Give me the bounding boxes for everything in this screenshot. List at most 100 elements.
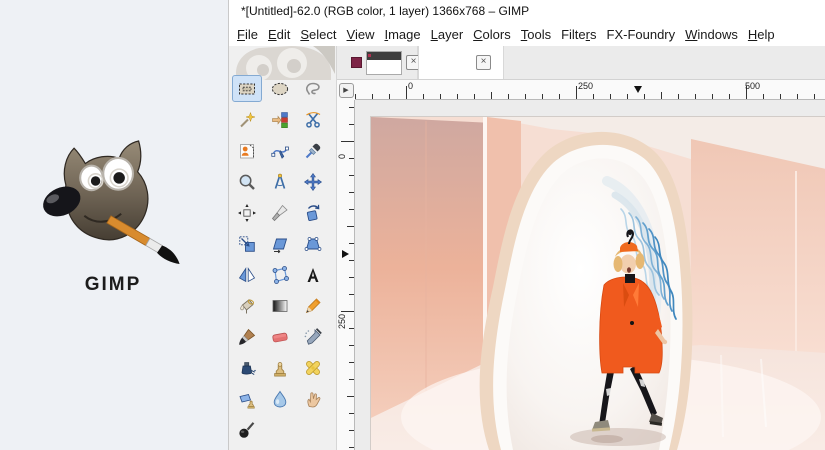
tool-alignment[interactable]	[232, 199, 262, 226]
menu-tools[interactable]: Tools	[516, 25, 556, 44]
close-tab-icon[interactable]: ×	[476, 55, 491, 70]
tool-move[interactable]	[298, 168, 328, 195]
shear-icon	[272, 238, 288, 253]
tool-rectangle-select[interactable]	[232, 75, 262, 102]
menu-image[interactable]: Image	[379, 25, 425, 44]
ruler-tick	[763, 94, 764, 99]
gimp-desktop-icon[interactable]: GIMP	[28, 140, 198, 296]
gimp-window: *[Untitled]-62.0 (RGB color, 1 layer) 13…	[228, 0, 825, 450]
tool-select-by-color[interactable]	[265, 106, 295, 133]
ruler-tick	[440, 94, 441, 99]
dodge-burn-icon	[239, 421, 255, 438]
ruler-tick	[797, 94, 798, 99]
airbrush-icon	[304, 327, 322, 345]
window-titlebar[interactable]: *[Untitled]-62.0 (RGB color, 1 layer) 13…	[229, 0, 825, 22]
ruler-tick	[349, 260, 354, 261]
tool-gradient[interactable]	[265, 292, 295, 319]
ruler-tick	[349, 362, 354, 363]
rotate-icon	[306, 204, 320, 221]
ruler-tick	[349, 345, 354, 346]
tool-ink[interactable]	[232, 354, 262, 381]
tool-zoom[interactable]	[232, 168, 262, 195]
tool-bucket-fill[interactable]	[232, 292, 262, 319]
tool-paintbrush[interactable]	[232, 323, 262, 350]
ruler-label: 250	[578, 81, 594, 91]
ruler-tick	[349, 192, 354, 193]
tool-foreground-select[interactable]	[232, 137, 262, 164]
tool-perspective[interactable]	[298, 230, 328, 257]
toolbox-panel	[229, 46, 337, 450]
horizontal-ruler[interactable]: 0 250 500	[355, 80, 825, 100]
perspective-icon	[304, 236, 322, 251]
menu-select[interactable]: Select	[295, 25, 341, 44]
tool-perspective-clone[interactable]	[232, 385, 262, 412]
ruler-tick	[406, 86, 407, 99]
flip-icon	[238, 266, 256, 282]
tool-smudge[interactable]	[298, 385, 328, 412]
tool-heal[interactable]	[298, 354, 328, 381]
tool-scale[interactable]	[232, 230, 262, 257]
foreground-select-icon	[240, 143, 254, 158]
menu-layer[interactable]: Layer	[426, 25, 469, 44]
ruler-tick	[627, 94, 628, 99]
ruler-tick	[349, 328, 354, 329]
tool-fuzzy-select[interactable]	[232, 106, 262, 133]
image-tab-1[interactable]: ×	[345, 46, 421, 79]
tool-crop[interactable]	[265, 199, 295, 226]
vertical-ruler[interactable]: 0 250	[337, 100, 355, 450]
ruler-tick	[349, 107, 354, 108]
menu-file[interactable]: File	[232, 25, 263, 44]
tool-color-picker[interactable]	[298, 137, 328, 164]
tool-blur-sharpen[interactable]	[265, 385, 295, 412]
menu-windows[interactable]: Windows	[680, 25, 743, 44]
tool-clone[interactable]	[265, 354, 295, 381]
ruler-tick	[423, 94, 424, 99]
tool-pencil[interactable]	[298, 292, 328, 319]
menu-colors[interactable]: Colors	[468, 25, 516, 44]
ruler-tick	[695, 94, 696, 99]
gimp-wilber-logo-icon	[43, 140, 180, 264]
alignment-icon	[238, 203, 256, 222]
menu-filters[interactable]: Filters	[556, 25, 601, 44]
tool-shear[interactable]	[265, 230, 295, 257]
ink-icon	[241, 361, 256, 375]
tool-airbrush[interactable]	[298, 323, 328, 350]
text-icon	[307, 267, 319, 282]
free-select-icon	[306, 82, 320, 95]
tool-cage-transform[interactable]	[265, 261, 295, 288]
image-tab-2[interactable]: ×	[418, 46, 504, 79]
ruler-tick	[349, 277, 354, 278]
menu-view[interactable]: View	[342, 25, 380, 44]
tool-measure[interactable]	[265, 168, 295, 195]
tool-scissors-select[interactable]	[298, 106, 328, 133]
ruler-tick	[372, 94, 373, 99]
bucket-fill-icon	[240, 298, 255, 313]
ruler-tick	[349, 158, 354, 159]
tool-free-select[interactable]	[298, 75, 328, 102]
menu-edit[interactable]: Edit	[263, 25, 295, 44]
ruler-tick	[678, 94, 679, 99]
tool-eraser[interactable]	[265, 323, 295, 350]
color-picker-icon	[305, 143, 321, 158]
smudge-icon	[307, 391, 321, 407]
scissors-select-icon	[306, 111, 321, 128]
menu-fx-foundry[interactable]: FX-Foundry	[602, 25, 681, 44]
desktop-background: GIMP	[0, 0, 228, 450]
gimp-logo-label: GIMP	[84, 274, 142, 295]
tool-text[interactable]	[298, 261, 328, 288]
ruler-origin-button[interactable]: ▶	[338, 82, 354, 98]
ruler-tick	[491, 92, 492, 99]
menu-help[interactable]: Help	[743, 25, 780, 44]
pencil-icon	[305, 297, 321, 313]
ruler-tick	[661, 92, 662, 99]
tool-ellipse-select[interactable]	[265, 75, 295, 102]
tool-rotate[interactable]	[298, 199, 328, 226]
tool-flip[interactable]	[232, 261, 262, 288]
tool-dodge-burn[interactable]	[232, 416, 262, 443]
gradient-icon	[272, 299, 288, 312]
canvas-area[interactable]	[355, 100, 825, 450]
ruler-tick	[712, 94, 713, 99]
tool-paths[interactable]	[265, 137, 295, 164]
ellipse-select-icon	[271, 82, 289, 95]
ruler-label: 250	[337, 313, 347, 329]
